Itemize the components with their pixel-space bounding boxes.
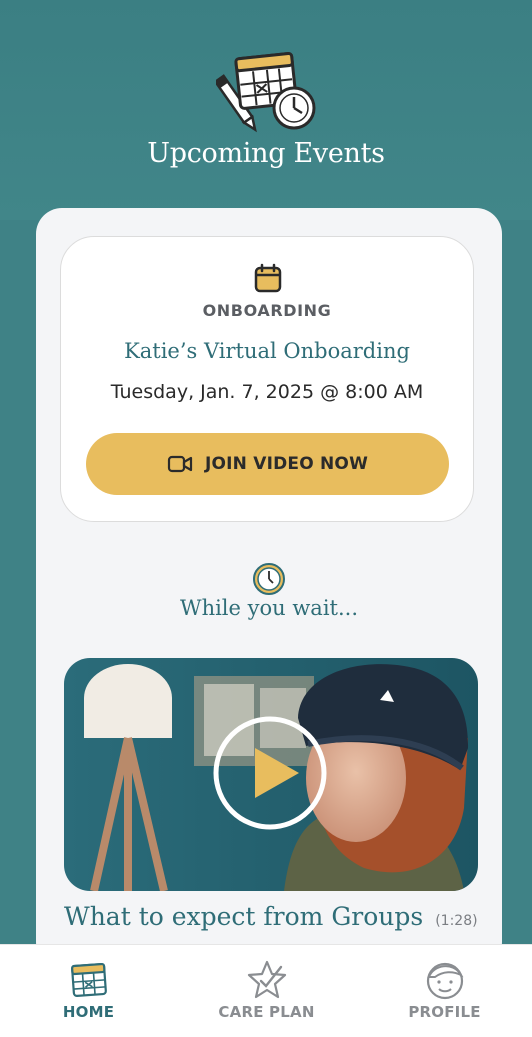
video-title-text: What to expect from Groups [64,902,424,931]
join-video-button[interactable]: JOIN VIDEO NOW [86,433,449,495]
tab-profile[interactable]: PROFILE [356,945,532,1037]
video-title[interactable]: What to expect from Groups (1:28) [64,902,484,931]
event-card: ONBOARDING Katie’s Virtual Onboarding Tu… [60,236,474,522]
tab-profile-label: PROFILE [408,1003,481,1021]
events-panel: ONBOARDING Katie’s Virtual Onboarding Tu… [36,208,502,968]
video-camera-icon [167,455,193,473]
play-icon [213,716,327,830]
tab-home-label: HOME [62,1003,115,1021]
calendar-clock-pencil-icon [216,52,316,133]
clock-icon [253,563,285,595]
header: Upcoming Events [0,0,532,220]
calendar-icon [70,962,107,997]
event-datetime: Tuesday, Jan. 7, 2025 @ 8:00 AM [110,381,424,403]
while-you-wait-title: While you wait... [179,596,359,620]
face-icon [426,962,464,1000]
video-thumbnail[interactable] [64,658,478,891]
tab-care-plan[interactable]: CARE PLAN [178,945,355,1037]
event-type: ONBOARDING [202,301,332,320]
join-video-label: JOIN VIDEO NOW [204,454,369,474]
star-check-icon [247,960,286,999]
video-duration: (1:28) [435,913,478,929]
tab-care-plan-label: CARE PLAN [218,1003,315,1021]
bottom-tab-bar: HOME CARE PLAN PROFILE [0,944,532,1037]
tab-home[interactable]: HOME [0,945,177,1037]
event-title: Katie’s Virtual Onboarding [124,339,410,363]
page-title: Upcoming Events [147,138,385,169]
calendar-icon [254,263,282,293]
